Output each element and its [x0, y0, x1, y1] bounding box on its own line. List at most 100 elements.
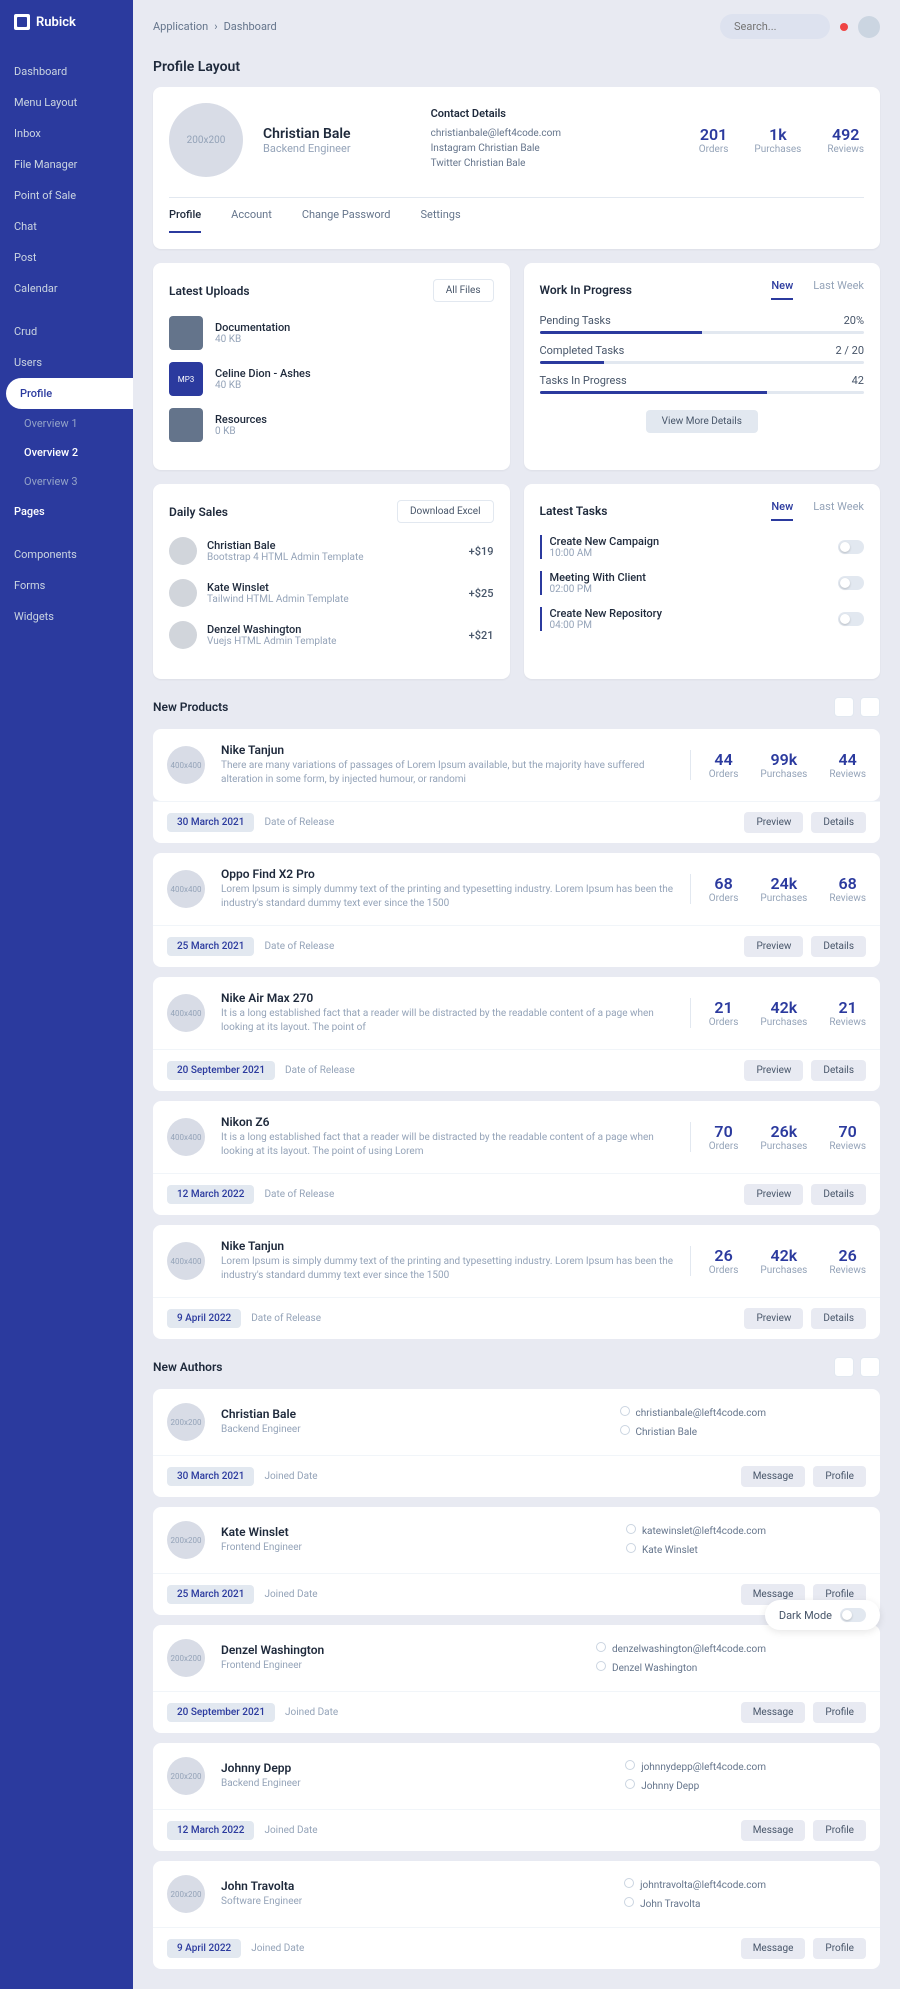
- view-more-button[interactable]: View More Details: [646, 410, 758, 433]
- product-image: 400x400: [167, 1118, 205, 1156]
- sidebar: Rubick DashboardMenu LayoutInboxFile Man…: [0, 0, 133, 1989]
- author-footer: 30 March 2021Joined DateMessageProfile: [153, 1455, 880, 1497]
- file-item[interactable]: Documentation40 KB: [169, 316, 494, 350]
- nav-item[interactable]: Calendar: [0, 273, 133, 304]
- nav-sub-item[interactable]: Overview 3: [0, 467, 133, 496]
- message-button[interactable]: Message: [741, 1820, 806, 1841]
- details-button[interactable]: Details: [811, 1060, 866, 1081]
- date-badge: 12 March 2022: [167, 1185, 254, 1204]
- toggle-switch[interactable]: [840, 1608, 866, 1622]
- date-badge: 12 March 2022: [167, 1821, 254, 1840]
- bc-page[interactable]: Dashboard: [224, 20, 277, 33]
- brand-text: Rubick: [36, 15, 76, 30]
- preview-button[interactable]: Preview: [744, 1184, 803, 1205]
- nav-item[interactable]: Users: [0, 347, 133, 378]
- author-footer: 20 September 2021Joined DateMessageProfi…: [153, 1691, 880, 1733]
- details-button[interactable]: Details: [811, 1184, 866, 1205]
- nav-sub-item[interactable]: Overview 1: [0, 409, 133, 438]
- logo[interactable]: Rubick: [0, 8, 133, 36]
- product-footer: 30 March 2021Date of ReleasePreviewDetai…: [153, 801, 880, 843]
- wip-tab[interactable]: Last Week: [813, 279, 864, 300]
- nav-item[interactable]: Forms: [0, 570, 133, 601]
- task-row: Create New Campaign10:00 AM: [540, 535, 865, 559]
- profile-tab[interactable]: Change Password: [302, 198, 391, 233]
- date-badge: 25 March 2021: [167, 1585, 254, 1604]
- wip-tab[interactable]: New: [771, 279, 793, 300]
- details-button[interactable]: Details: [811, 936, 866, 957]
- products-next-button[interactable]: [860, 697, 880, 717]
- profile-tab[interactable]: Account: [231, 198, 272, 233]
- profile-button[interactable]: Profile: [813, 1466, 866, 1487]
- profile-tab[interactable]: Settings: [420, 198, 460, 233]
- preview-button[interactable]: Preview: [744, 936, 803, 957]
- notification-dot[interactable]: [840, 23, 848, 31]
- product-item: 400x400Oppo Find X2 ProLorem Ipsum is si…: [153, 853, 880, 925]
- dark-mode-label: Dark Mode: [779, 1609, 832, 1622]
- nav-item[interactable]: Inbox: [0, 118, 133, 149]
- stat: 1kPurchases: [754, 125, 801, 155]
- nav-item[interactable]: Menu Layout: [0, 87, 133, 118]
- download-excel-button[interactable]: Download Excel: [397, 500, 494, 523]
- nav-item[interactable]: Components: [0, 539, 133, 570]
- search-input[interactable]: [720, 14, 830, 39]
- contact-twitter: Twitter Christian Bale: [431, 158, 561, 169]
- preview-button[interactable]: Preview: [744, 1060, 803, 1081]
- all-files-button[interactable]: All Files: [433, 279, 494, 302]
- profile-tab[interactable]: Profile: [169, 198, 201, 233]
- products-prev-button[interactable]: [834, 697, 854, 717]
- nav-item[interactable]: Widgets: [0, 601, 133, 632]
- task-toggle[interactable]: [838, 576, 864, 590]
- date-badge: 20 September 2021: [167, 1061, 275, 1080]
- nav-item[interactable]: File Manager: [0, 149, 133, 180]
- task-toggle[interactable]: [838, 612, 864, 626]
- user-icon: [596, 1661, 606, 1671]
- wip-title: Work In Progress: [540, 283, 632, 297]
- date-badge: 20 September 2021: [167, 1703, 275, 1722]
- mail-icon: [625, 1760, 635, 1770]
- author-avatar: 200x200: [167, 1875, 205, 1913]
- profile-button[interactable]: Profile: [813, 1702, 866, 1723]
- nav-item[interactable]: Chat: [0, 211, 133, 242]
- mail-icon: [620, 1406, 630, 1416]
- nav-item[interactable]: Crud: [0, 316, 133, 347]
- nav-sub-item[interactable]: Overview 2: [0, 438, 133, 467]
- task-tab[interactable]: Last Week: [813, 500, 864, 521]
- authors-title: New Authors: [153, 1360, 222, 1374]
- preview-button[interactable]: Preview: [744, 812, 803, 833]
- profile-image: 200x200: [169, 103, 243, 177]
- author-item: 200x200Denzel WashingtonFrontend Enginee…: [153, 1625, 880, 1691]
- profile-button[interactable]: Profile: [813, 1938, 866, 1959]
- nav-item[interactable]: Point of Sale: [0, 180, 133, 211]
- message-button[interactable]: Message: [741, 1466, 806, 1487]
- authors-next-button[interactable]: [860, 1357, 880, 1377]
- nav-item[interactable]: Pages: [0, 496, 133, 527]
- authors-prev-button[interactable]: [834, 1357, 854, 1377]
- user-icon: [620, 1425, 630, 1435]
- details-button[interactable]: Details: [811, 1308, 866, 1329]
- dark-mode-toggle[interactable]: Dark Mode: [765, 1600, 880, 1630]
- sale-row: Christian BaleBootstrap 4 HTML Admin Tem…: [169, 537, 494, 565]
- user-avatar[interactable]: [858, 16, 880, 38]
- task-toggle[interactable]: [838, 540, 864, 554]
- product-item: 400x400Nike TanjunThere are many variati…: [153, 729, 880, 801]
- user-icon: [625, 1779, 635, 1789]
- preview-button[interactable]: Preview: [744, 1308, 803, 1329]
- avatar: [169, 579, 197, 607]
- file-item[interactable]: MP3Celine Dion - Ashes40 KB: [169, 362, 494, 396]
- mail-icon: [626, 1524, 636, 1534]
- message-button[interactable]: Message: [741, 1938, 806, 1959]
- file-item[interactable]: Resources0 KB: [169, 408, 494, 442]
- nav-item[interactable]: Dashboard: [0, 56, 133, 87]
- product-item: 400x400Nike TanjunLorem Ipsum is simply …: [153, 1225, 880, 1297]
- details-button[interactable]: Details: [811, 812, 866, 833]
- nav-item[interactable]: Post: [0, 242, 133, 273]
- profile-button[interactable]: Profile: [813, 1820, 866, 1841]
- contact-title: Contact Details: [431, 107, 561, 120]
- message-button[interactable]: Message: [741, 1702, 806, 1723]
- uploads-title: Latest Uploads: [169, 284, 250, 298]
- bc-app[interactable]: Application: [153, 20, 208, 33]
- nav-item[interactable]: Profile: [6, 378, 133, 409]
- task-tab[interactable]: New: [771, 500, 793, 521]
- tasks-title: Latest Tasks: [540, 504, 608, 518]
- date-badge: 25 March 2021: [167, 937, 254, 956]
